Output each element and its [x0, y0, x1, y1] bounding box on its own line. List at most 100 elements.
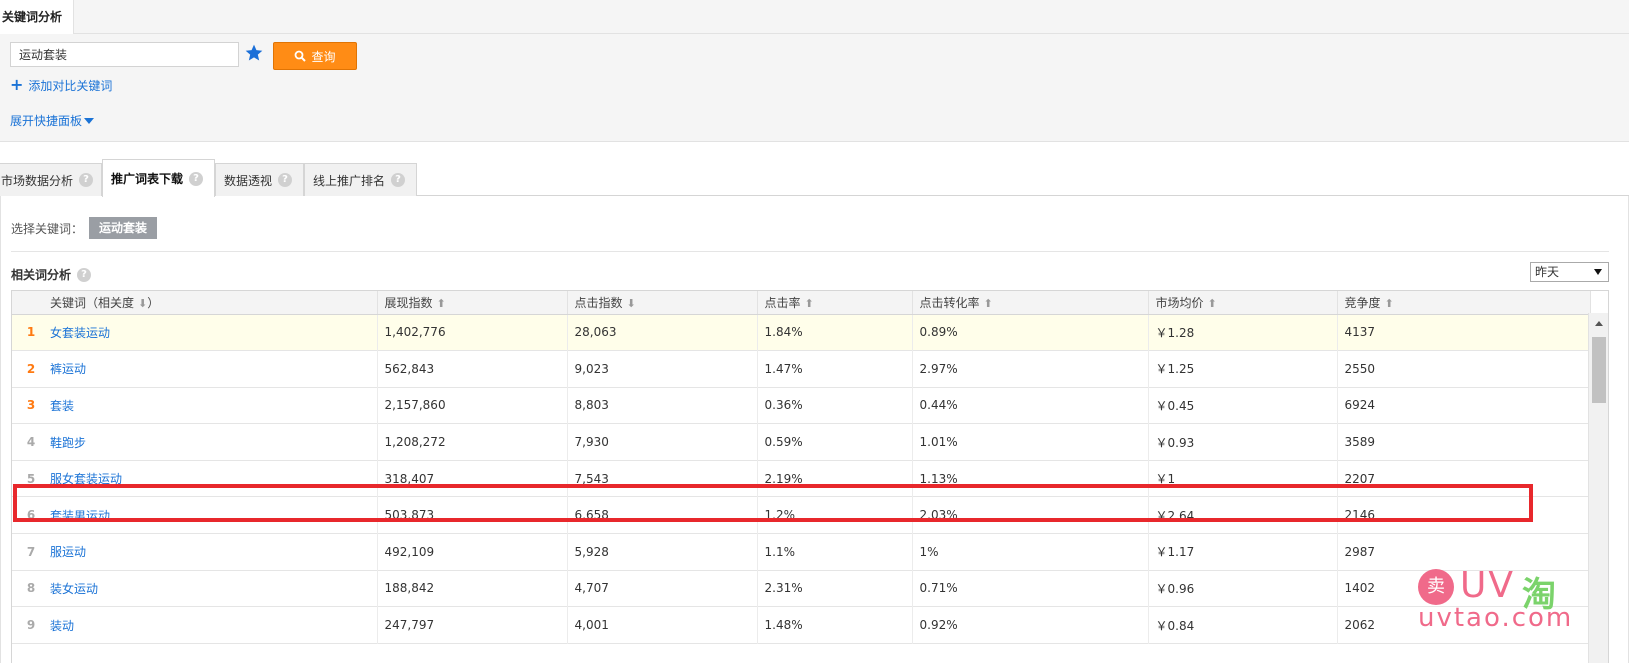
table-row: 7 服运动 492,109 5,928 1.1% 1% ￥1.17 2987 [12, 533, 1591, 571]
expand-quick-panel-link[interactable]: 展开快捷面板 [10, 111, 95, 129]
table-row: 5 服女套装运动 318,407 7,543 2.19% 1.13% ￥1 22… [12, 460, 1591, 497]
help-icon[interactable]: ? [189, 171, 204, 186]
rank-cell: 1 [26, 325, 36, 340]
keyword-link[interactable]: 女套装运动 [50, 314, 378, 351]
ctr-cell: 1.84% [757, 314, 913, 351]
col-header-clicks[interactable]: 点击指数 ⬇ [567, 291, 758, 315]
keyword-link[interactable]: 装女运动 [50, 570, 378, 607]
related-words-title: 相关词分析 [11, 268, 72, 282]
tab-keyword-analysis[interactable]: 关键词分析 [0, 0, 74, 35]
conversion-cell: 0.92% [912, 606, 1149, 644]
conversion-cell: 2.97% [912, 350, 1149, 388]
star-icon[interactable] [244, 43, 264, 63]
rank-header [12, 291, 50, 315]
clicks-cell: 7,543 [567, 460, 758, 497]
clicks-cell: 6,658 [567, 496, 758, 534]
sort-up-icon: ⬆ [436, 296, 446, 310]
dropdown-arrow-icon [1594, 269, 1602, 275]
top-tabbar: 关键词分析 [0, 0, 1629, 35]
watermark-badge: 卖 [1418, 569, 1454, 605]
search-icon [295, 50, 307, 62]
ctr-cell: 2.19% [757, 460, 913, 497]
table-row: 1 女套装运动 1,402,776 28,063 1.84% 0.89% ￥1.… [12, 314, 1591, 351]
keyword-link[interactable]: 服运动 [50, 533, 378, 571]
price-cell: ￥1 [1148, 460, 1338, 497]
col-header-ctr[interactable]: 点击率 ⬆ [757, 291, 913, 315]
help-icon[interactable]: ? [278, 173, 293, 187]
rank-cell: 2 [26, 361, 36, 376]
keyword-selector: 选择关键词： 运动套装 [11, 217, 158, 239]
select-keyword-label: 选择关键词： [11, 221, 84, 236]
sort-up-icon: ⬆ [983, 296, 993, 310]
impressions-cell: 562,843 [377, 350, 568, 388]
tab-promo-wordlist-download[interactable]: 推广词表下载 ? [102, 159, 215, 197]
date-select-value: 昨天 [1535, 265, 1560, 279]
col-header-competition[interactable]: 竞争度 ⬆ [1337, 291, 1591, 315]
keyword-link[interactable]: 服女套装运动 [50, 460, 378, 497]
price-cell: ￥0.96 [1148, 570, 1338, 607]
price-cell: ￥0.93 [1148, 423, 1338, 461]
ctr-cell: 1.48% [757, 606, 913, 644]
competition-cell: 4137 [1337, 314, 1591, 351]
ctr-cell: 0.59% [757, 423, 913, 461]
ctr-cell: 1.2% [757, 496, 913, 534]
col-header-avg-price[interactable]: 市场均价 ⬆ [1148, 291, 1338, 315]
keyword-link[interactable]: 裤运动 [50, 350, 378, 388]
keyword-link[interactable]: 鞋跑步 [50, 423, 378, 461]
tab-online-promo-ranking[interactable]: 线上推广排名 ? [304, 163, 417, 196]
conversion-cell: 1.01% [912, 423, 1149, 461]
impressions-cell: 247,797 [377, 606, 568, 644]
price-cell: ￥1.17 [1148, 533, 1338, 571]
rank-cell: 5 [26, 471, 36, 486]
price-cell: ￥1.28 [1148, 314, 1338, 351]
competition-cell: 2550 [1337, 350, 1591, 388]
help-icon[interactable]: ? [79, 173, 94, 187]
keyword-link[interactable]: 装动 [50, 606, 378, 644]
conversion-cell: 1% [912, 533, 1149, 571]
table-row: 2 裤运动 562,843 9,023 1.47% 2.97% ￥1.25 25… [12, 350, 1591, 388]
keyword-link[interactable]: 套装男运动 [50, 496, 378, 534]
table-row: 6 套装男运动 503,873 6,658 1.2% 2.03% ￥2.64 2… [12, 496, 1591, 534]
impressions-cell: 492,109 [377, 533, 568, 571]
scroll-thumb[interactable] [1592, 337, 1606, 403]
tab-label: 线上推广排名 [313, 173, 386, 188]
price-cell: ￥0.84 [1148, 606, 1338, 644]
ctr-cell: 2.31% [757, 570, 913, 607]
selected-keyword-chip[interactable]: 运动套装 [89, 217, 158, 239]
tab-data-pivot[interactable]: 数据透视 ? [215, 163, 304, 196]
competition-cell: 3589 [1337, 423, 1591, 461]
col-header-keyword[interactable]: 关键词（相关度 ⬇） [50, 291, 378, 315]
help-icon[interactable]: ? [77, 267, 92, 282]
table-header-row: 关键词（相关度 ⬇） 展现指数 ⬆ 点击指数 ⬇ 点击率 ⬆ 点击转化率 ⬆ 市场均价 ⬆ … [12, 291, 1591, 315]
price-cell: ￥1.25 [1148, 350, 1338, 388]
keyword-search-input[interactable] [10, 42, 239, 67]
tab-label: 数据透视 [224, 173, 273, 188]
table-row: 8 装女运动 188,842 4,707 2.31% 0.71% ￥0.96 1… [12, 570, 1591, 607]
impressions-cell: 1,402,776 [377, 314, 568, 351]
scroll-up-arrow-icon[interactable] [1595, 321, 1603, 326]
price-cell: ￥2.64 [1148, 496, 1338, 534]
keyword-link[interactable]: 套装 [50, 387, 378, 424]
clicks-cell: 28,063 [567, 314, 758, 351]
ctr-cell: 1.47% [757, 350, 913, 388]
date-range-select[interactable]: 昨天 [1530, 262, 1609, 282]
section-title: 相关词分析 ? [11, 266, 92, 283]
conversion-cell: 0.44% [912, 387, 1149, 424]
help-icon[interactable]: ? [391, 173, 406, 187]
impressions-cell: 2,157,860 [377, 387, 568, 424]
table-row: 4 鞋跑步 1,208,272 7,930 0.59% 1.01% ￥0.93 … [12, 423, 1591, 461]
rank-cell: 8 [26, 581, 36, 596]
add-compare-keyword-link[interactable]: + 添加对比关键词 [10, 76, 112, 94]
table-row: 9 装动 247,797 4,001 1.48% 0.92% ￥0.84 206… [12, 606, 1591, 644]
tab-label: 市场数据分析 [1, 173, 74, 188]
sort-up-icon: ⬆ [804, 296, 814, 310]
ctr-cell: 1.1% [757, 533, 913, 571]
competition-cell: 2207 [1337, 460, 1591, 497]
sort-down-icon: ⬇ [626, 296, 636, 310]
tab-market-data-analysis[interactable]: 市场数据分析 ? [0, 163, 102, 196]
impressions-cell: 1,208,272 [377, 423, 568, 461]
col-header-impressions[interactable]: 展现指数 ⬆ [377, 291, 568, 315]
query-button[interactable]: 查询 [273, 42, 357, 70]
impressions-cell: 188,842 [377, 570, 568, 607]
col-header-conversion[interactable]: 点击转化率 ⬆ [912, 291, 1149, 315]
